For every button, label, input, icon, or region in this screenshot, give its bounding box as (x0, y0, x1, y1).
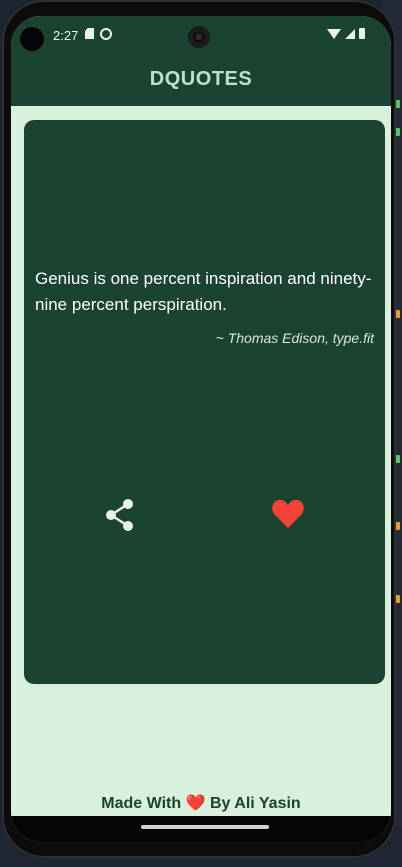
home-handle[interactable] (141, 825, 269, 829)
app-bar: 2:27 DQUOTES (11, 16, 391, 106)
quote-text: Genius is one percent inspiration and ni… (35, 269, 372, 314)
heart-icon (272, 499, 304, 528)
navigation-bar (11, 816, 391, 842)
wifi-icon (327, 28, 341, 39)
phone-frame: 2:27 DQUOTES Genius is one percent inspi… (2, 0, 396, 858)
quote-author: ~ Thomas Edison, type.fit (215, 330, 374, 346)
sd-card-icon (85, 28, 94, 39)
status-bar: 2:27 (11, 16, 391, 56)
status-icons-right (327, 28, 365, 39)
status-time: 2:27 (53, 28, 79, 43)
battery-icon (359, 28, 365, 39)
footer-heart-icon: ❤️ (185, 795, 206, 812)
share-button[interactable] (104, 498, 136, 532)
footer-prefix: Made With (101, 795, 182, 812)
app-title: DQUOTES (149, 68, 253, 90)
signal-icon (345, 28, 355, 39)
front-camera (188, 26, 210, 48)
app-screen: 2:27 DQUOTES Genius is one percent inspi… (11, 16, 391, 842)
share-icon (106, 499, 133, 531)
quote-card: Genius is one percent inspiration and ni… (24, 120, 385, 684)
settings-icon (100, 28, 112, 40)
status-icons-left (85, 28, 112, 40)
favorite-button[interactable] (271, 498, 305, 530)
camera-cutout (20, 27, 44, 51)
footer-suffix: By Ali Yasin (209, 795, 301, 812)
footer-credit: Made With ❤️ By Ali Yasin (11, 793, 391, 813)
